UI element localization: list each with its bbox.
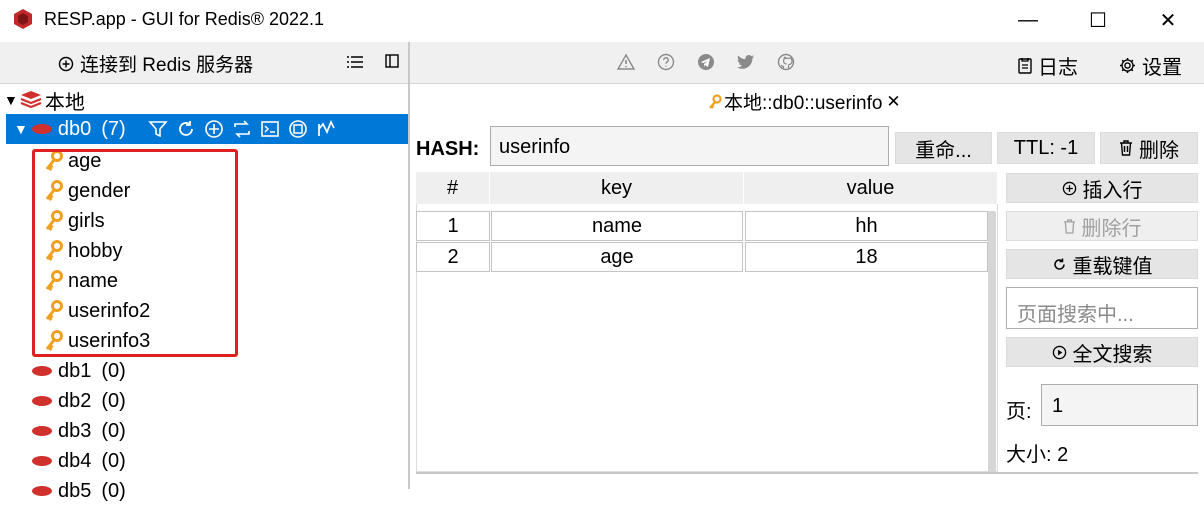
database-icon (31, 124, 52, 134)
close-window-button[interactable]: ✕ (1136, 0, 1200, 40)
fulltext-search-label: 全文搜索 (1072, 343, 1153, 366)
log-button[interactable]: 日志 (1018, 51, 1078, 80)
database-icon (32, 486, 52, 496)
help-icon[interactable] (657, 53, 675, 71)
tree-db-item[interactable]: db5 (0) (32, 476, 126, 506)
db0-name: db0 (57, 117, 92, 140)
delete-row-label: 删除行 (1081, 217, 1142, 240)
trash-icon (1120, 140, 1132, 156)
rename-button[interactable]: 重命... (895, 132, 992, 164)
fulltext-search-button[interactable]: 全文搜索 (1006, 337, 1198, 367)
plus-circle-icon (58, 56, 74, 71)
tree-db0-selected[interactable]: ▼ db0 (7) (6, 114, 408, 144)
play-circle-icon (1052, 345, 1066, 359)
reload-label: 重载键值 (1072, 255, 1153, 278)
tab-label: 本地::db0::userinfo (724, 93, 883, 114)
list-icon[interactable] (347, 55, 363, 69)
tree-db-item[interactable]: db4 (0) (32, 446, 126, 476)
db-count: (0) (101, 359, 126, 382)
database-icon (32, 366, 52, 376)
db-name: db1 (58, 359, 92, 382)
key-icon (709, 93, 722, 109)
db-count: (0) (101, 419, 126, 442)
table-cell-value[interactable]: hh (745, 211, 988, 241)
add-key-icon[interactable] (204, 119, 224, 139)
bottom-divider (416, 472, 1198, 474)
highlight-annotation-box (32, 149, 238, 357)
column-header-value[interactable]: value (744, 172, 998, 204)
key-type-label: HASH: (416, 138, 480, 160)
settings-button[interactable]: 设置 (1119, 51, 1182, 80)
db-count: (0) (101, 449, 126, 472)
table-cell-key[interactable]: age (491, 242, 743, 272)
tree-db-item[interactable]: db2 (0) (32, 386, 126, 416)
warning-icon[interactable] (617, 53, 635, 71)
github-icon[interactable] (777, 53, 795, 71)
twitter-icon[interactable] (737, 54, 755, 70)
size-text: 大小: 2 (1006, 444, 1069, 466)
filter-icon[interactable] (147, 119, 168, 139)
cpu-icon[interactable] (288, 119, 308, 139)
page-number-input[interactable]: 1 (1041, 384, 1198, 426)
db-name: db3 (58, 419, 92, 442)
connect-label: 连接到 Redis 服务器 (80, 55, 254, 76)
db-count: (0) (101, 389, 126, 412)
window-title: RESP.app - GUI for Redis® 2022.1 (44, 9, 325, 29)
log-icon (1018, 58, 1032, 74)
table-scrollbar[interactable] (988, 211, 996, 473)
log-label: 日志 (1038, 57, 1078, 79)
db0-count: (7) (101, 117, 126, 140)
connection-name: 本地 (44, 91, 85, 114)
page-label: 页: (1006, 401, 1032, 423)
gear-icon (1120, 58, 1135, 73)
console-icon[interactable] (260, 119, 280, 139)
connect-redis-button[interactable]: 连接到 Redis 服务器 (58, 50, 253, 77)
maximize-button[interactable]: ☐ (1066, 0, 1130, 40)
expand-arrow-icon[interactable]: ▼ (4, 92, 18, 108)
split-view-icon[interactable] (385, 54, 399, 68)
settings-label: 设置 (1142, 57, 1182, 79)
expand-arrow-icon[interactable]: ▼ (14, 121, 28, 137)
redis-connection-icon (20, 91, 42, 109)
db-count: (0) (101, 479, 126, 502)
minimize-button[interactable]: — (996, 0, 1060, 40)
database-icon (32, 456, 52, 466)
database-icon (32, 396, 52, 406)
tree-connection[interactable]: ▼ 本地 (4, 85, 85, 115)
table-cell-index[interactable]: 2 (416, 242, 490, 272)
db-name: db5 (58, 479, 92, 502)
right-toolbar (410, 42, 1204, 84)
analyze-icon[interactable] (316, 119, 336, 139)
column-header-index[interactable]: # (416, 172, 490, 204)
database-icon (32, 426, 52, 436)
column-header-key[interactable]: key (490, 172, 744, 204)
db-name: db2 (58, 389, 92, 412)
reload-icon (1053, 258, 1065, 270)
tab-close-icon[interactable]: ✕ (886, 92, 900, 112)
key-name-field[interactable]: userinfo (490, 126, 889, 166)
reload-icon[interactable] (176, 119, 196, 139)
db-name: db4 (58, 449, 92, 472)
tab-userinfo[interactable]: 本地::db0::userinfo ✕ (708, 88, 901, 115)
reload-value-button[interactable]: 重载键值 (1006, 249, 1198, 279)
table-cell-value[interactable]: 18 (745, 242, 988, 272)
app-logo-icon (14, 9, 32, 29)
table-cell-key[interactable]: name (491, 211, 743, 241)
trash-icon (1063, 218, 1075, 234)
ttl-button[interactable]: TTL: -1 (997, 132, 1095, 164)
insert-row-label: 插入行 (1082, 179, 1143, 202)
insert-row-button[interactable]: 插入行 (1006, 173, 1198, 203)
plus-circle-icon (1062, 181, 1076, 195)
delete-label: 删除 (1139, 139, 1179, 162)
sync-icon[interactable] (232, 119, 252, 139)
telegram-icon[interactable] (697, 53, 715, 71)
page-search-input[interactable]: 页面搜索中... (1006, 287, 1198, 329)
delete-row-button[interactable]: 删除行 (1006, 211, 1198, 241)
table-cell-index[interactable]: 1 (416, 211, 490, 241)
delete-key-button[interactable]: 删除 (1100, 132, 1198, 164)
tree-db-item[interactable]: db1 (0) (32, 356, 126, 386)
tree-db-item[interactable]: db3 (0) (32, 416, 126, 446)
